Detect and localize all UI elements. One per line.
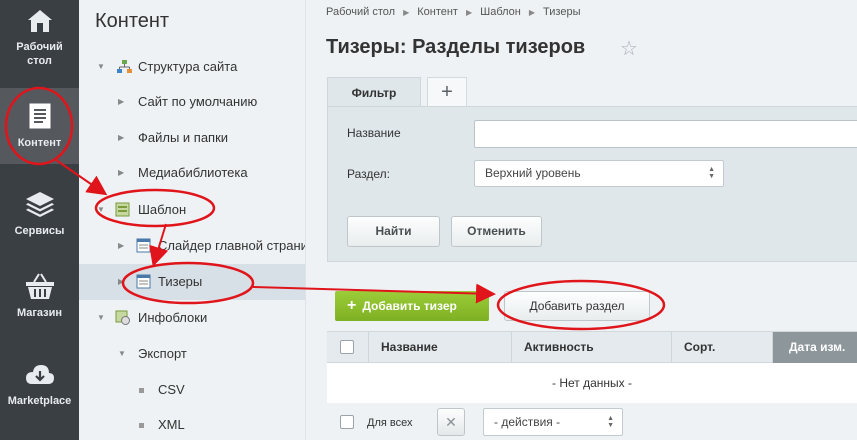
layers-icon bbox=[25, 192, 54, 217]
filter-section-value: Верхний уровень bbox=[485, 166, 581, 180]
menu-item-label: Экспорт bbox=[138, 346, 187, 361]
infoblock-icon bbox=[115, 310, 130, 325]
house-icon bbox=[27, 10, 52, 32]
list-icon bbox=[136, 274, 151, 289]
content-menu-panel: Контент ▼ Структура сайта ▶ Сайт по умол… bbox=[79, 0, 306, 440]
menu-item-label: Файлы и папки bbox=[138, 130, 229, 145]
sidebar-item-label: Marketplace bbox=[7, 395, 72, 407]
tab-filter[interactable]: Фильтр bbox=[327, 77, 421, 107]
template-icon bbox=[115, 202, 130, 217]
empty-state-text: - Нет данных - bbox=[552, 376, 632, 390]
filter-name-label: Название bbox=[347, 126, 401, 140]
sidebar-item-services[interactable]: Сервисы bbox=[0, 190, 79, 240]
breadcrumb: Рабочий стол ▶ Контент ▶ Шаблон ▶ Тизеры bbox=[326, 6, 580, 18]
menu-item-infoblocks[interactable]: ▼ Инфоблоки bbox=[79, 300, 305, 336]
menu-item-label: Инфоблоки bbox=[138, 310, 208, 325]
basket-icon bbox=[25, 273, 54, 299]
menu-item-label: Сайт по умолчанию bbox=[138, 94, 258, 109]
expand-arrow-icon[interactable]: ▶ bbox=[118, 228, 124, 264]
collapse-arrow-icon[interactable]: ▼ bbox=[118, 336, 126, 372]
filter-name-input[interactable] bbox=[474, 120, 857, 148]
breadcrumb-separator-icon: ▶ bbox=[465, 8, 473, 17]
expand-arrow-icon[interactable]: ▶ bbox=[118, 264, 124, 300]
sidebar-item-label: стол bbox=[27, 55, 52, 67]
sidebar-item-content[interactable]: Контент bbox=[0, 88, 79, 164]
star-icon[interactable]: ☆ bbox=[620, 36, 638, 61]
menu-item-label: Медиабиблиотека bbox=[138, 165, 248, 180]
menu-item-label: Слайдер главной страни bbox=[158, 238, 306, 253]
menu-item-template[interactable]: ▼ Шаблон bbox=[79, 192, 305, 228]
expand-arrow-icon[interactable]: ▶ bbox=[118, 120, 124, 156]
filter-section-label: Раздел: bbox=[347, 167, 390, 181]
actions-select-value: - действия - bbox=[494, 415, 561, 429]
menu-item-teasers[interactable]: ▶ Тизеры bbox=[79, 264, 305, 300]
collapse-arrow-icon[interactable]: ▼ bbox=[97, 49, 105, 85]
document-icon bbox=[29, 103, 50, 129]
breadcrumb-item[interactable]: Контент bbox=[417, 6, 458, 18]
breadcrumb-item[interactable]: Шаблон bbox=[480, 6, 521, 18]
column-header-name[interactable]: Название bbox=[368, 332, 511, 363]
page-title: Тизеры: Разделы тизеров bbox=[326, 36, 586, 58]
add-teaser-label: Добавить тизер bbox=[362, 299, 457, 313]
breadcrumb-item[interactable]: Тизеры bbox=[543, 6, 580, 18]
sidebar-item-desktop[interactable]: Рабочий стол bbox=[0, 8, 79, 86]
add-section-button[interactable]: Добавить раздел bbox=[504, 291, 650, 321]
column-header-sort[interactable]: Сорт. bbox=[671, 332, 772, 363]
sidebar-item-marketplace[interactable]: Marketplace bbox=[0, 362, 79, 412]
breadcrumb-separator-icon: ▶ bbox=[528, 8, 536, 17]
menu-item-main-slider[interactable]: ▶ Слайдер главной страни bbox=[79, 228, 306, 264]
sidebar-item-shop[interactable]: Магазин bbox=[0, 272, 79, 322]
select-arrows-icon: ▲ ▼ bbox=[607, 415, 614, 429]
menu-item-files-folders[interactable]: ▶ Файлы и папки bbox=[79, 120, 305, 156]
column-header-active[interactable]: Активность bbox=[511, 332, 671, 363]
bullet-icon bbox=[139, 423, 144, 428]
sidebar-item-label: Магазин bbox=[16, 307, 63, 319]
list-icon bbox=[136, 238, 151, 253]
menu-item-xml[interactable]: XML bbox=[79, 407, 305, 440]
expand-arrow-icon[interactable]: ▶ bbox=[118, 155, 124, 191]
bullet-icon bbox=[139, 388, 144, 393]
breadcrumb-item[interactable]: Рабочий стол bbox=[326, 6, 395, 18]
list-toolbar: + Добавить тизер Добавить раздел bbox=[327, 277, 857, 330]
menu-item-media-library[interactable]: ▶ Медиабиблиотека bbox=[79, 155, 305, 191]
breadcrumb-separator-icon: ▶ bbox=[403, 8, 410, 17]
menu-item-csv[interactable]: CSV bbox=[79, 372, 305, 408]
cancel-button[interactable]: Отменить bbox=[451, 216, 542, 247]
find-button[interactable]: Найти bbox=[347, 216, 440, 247]
menu-title: Контент bbox=[95, 10, 170, 32]
main-sidebar: Рабочий стол Контент Сервисы Магазин Mar… bbox=[0, 0, 79, 440]
sidebar-item-label: Рабочий bbox=[16, 41, 63, 53]
table-body: - Нет данных - bbox=[327, 363, 857, 403]
menu-item-label: XML bbox=[158, 417, 185, 432]
filter-section-select[interactable]: Верхний уровень ▲ ▼ bbox=[474, 160, 724, 187]
menu-item-label: Структура сайта bbox=[138, 59, 238, 74]
add-filter-tab-button[interactable]: + bbox=[427, 77, 467, 107]
add-teaser-button[interactable]: + Добавить тизер bbox=[335, 291, 489, 321]
sidebar-item-label: Сервисы bbox=[14, 225, 65, 237]
actions-select[interactable]: - действия - ▲ ▼ bbox=[483, 408, 623, 436]
menu-item-site-structure[interactable]: ▼ Структура сайта bbox=[79, 49, 305, 85]
menu-item-label: Шаблон bbox=[138, 202, 187, 217]
collapse-arrow-icon[interactable]: ▼ bbox=[97, 192, 105, 228]
expand-arrow-icon[interactable]: ▶ bbox=[118, 84, 124, 120]
select-all-checkbox[interactable] bbox=[340, 340, 354, 354]
menu-item-default-site[interactable]: ▶ Сайт по умолчанию bbox=[79, 84, 305, 120]
site-structure-icon bbox=[117, 60, 132, 73]
filter-panel: Название Раздел: Верхний уровень ▲ ▼ Найт… bbox=[327, 106, 857, 262]
collapse-arrow-icon[interactable]: ▼ bbox=[97, 300, 105, 336]
menu-item-label: CSV bbox=[158, 382, 185, 397]
select-arrows-icon: ▲ ▼ bbox=[708, 166, 715, 180]
apply-to-all-checkbox[interactable] bbox=[340, 415, 354, 429]
sidebar-item-label: Контент bbox=[17, 137, 62, 149]
plus-icon: + bbox=[347, 297, 357, 314]
main-content: Рабочий стол ▶ Контент ▶ Шаблон ▶ Тизеры Тизер… bbox=[306, 0, 857, 440]
delete-icon[interactable]: ✕ bbox=[437, 408, 465, 436]
menu-item-export[interactable]: ▼ Экспорт bbox=[79, 336, 305, 372]
cloud-download-icon bbox=[25, 365, 54, 384]
apply-to-all-label: Для всех bbox=[367, 417, 413, 429]
menu-item-label: Тизеры bbox=[158, 274, 203, 289]
table-footer: Для всех ✕ - действия - ▲ ▼ bbox=[327, 403, 857, 440]
column-header-date-modified[interactable]: Дата изм. bbox=[772, 332, 857, 363]
table-header: Название Активность Сорт. Дата изм. bbox=[327, 331, 857, 363]
